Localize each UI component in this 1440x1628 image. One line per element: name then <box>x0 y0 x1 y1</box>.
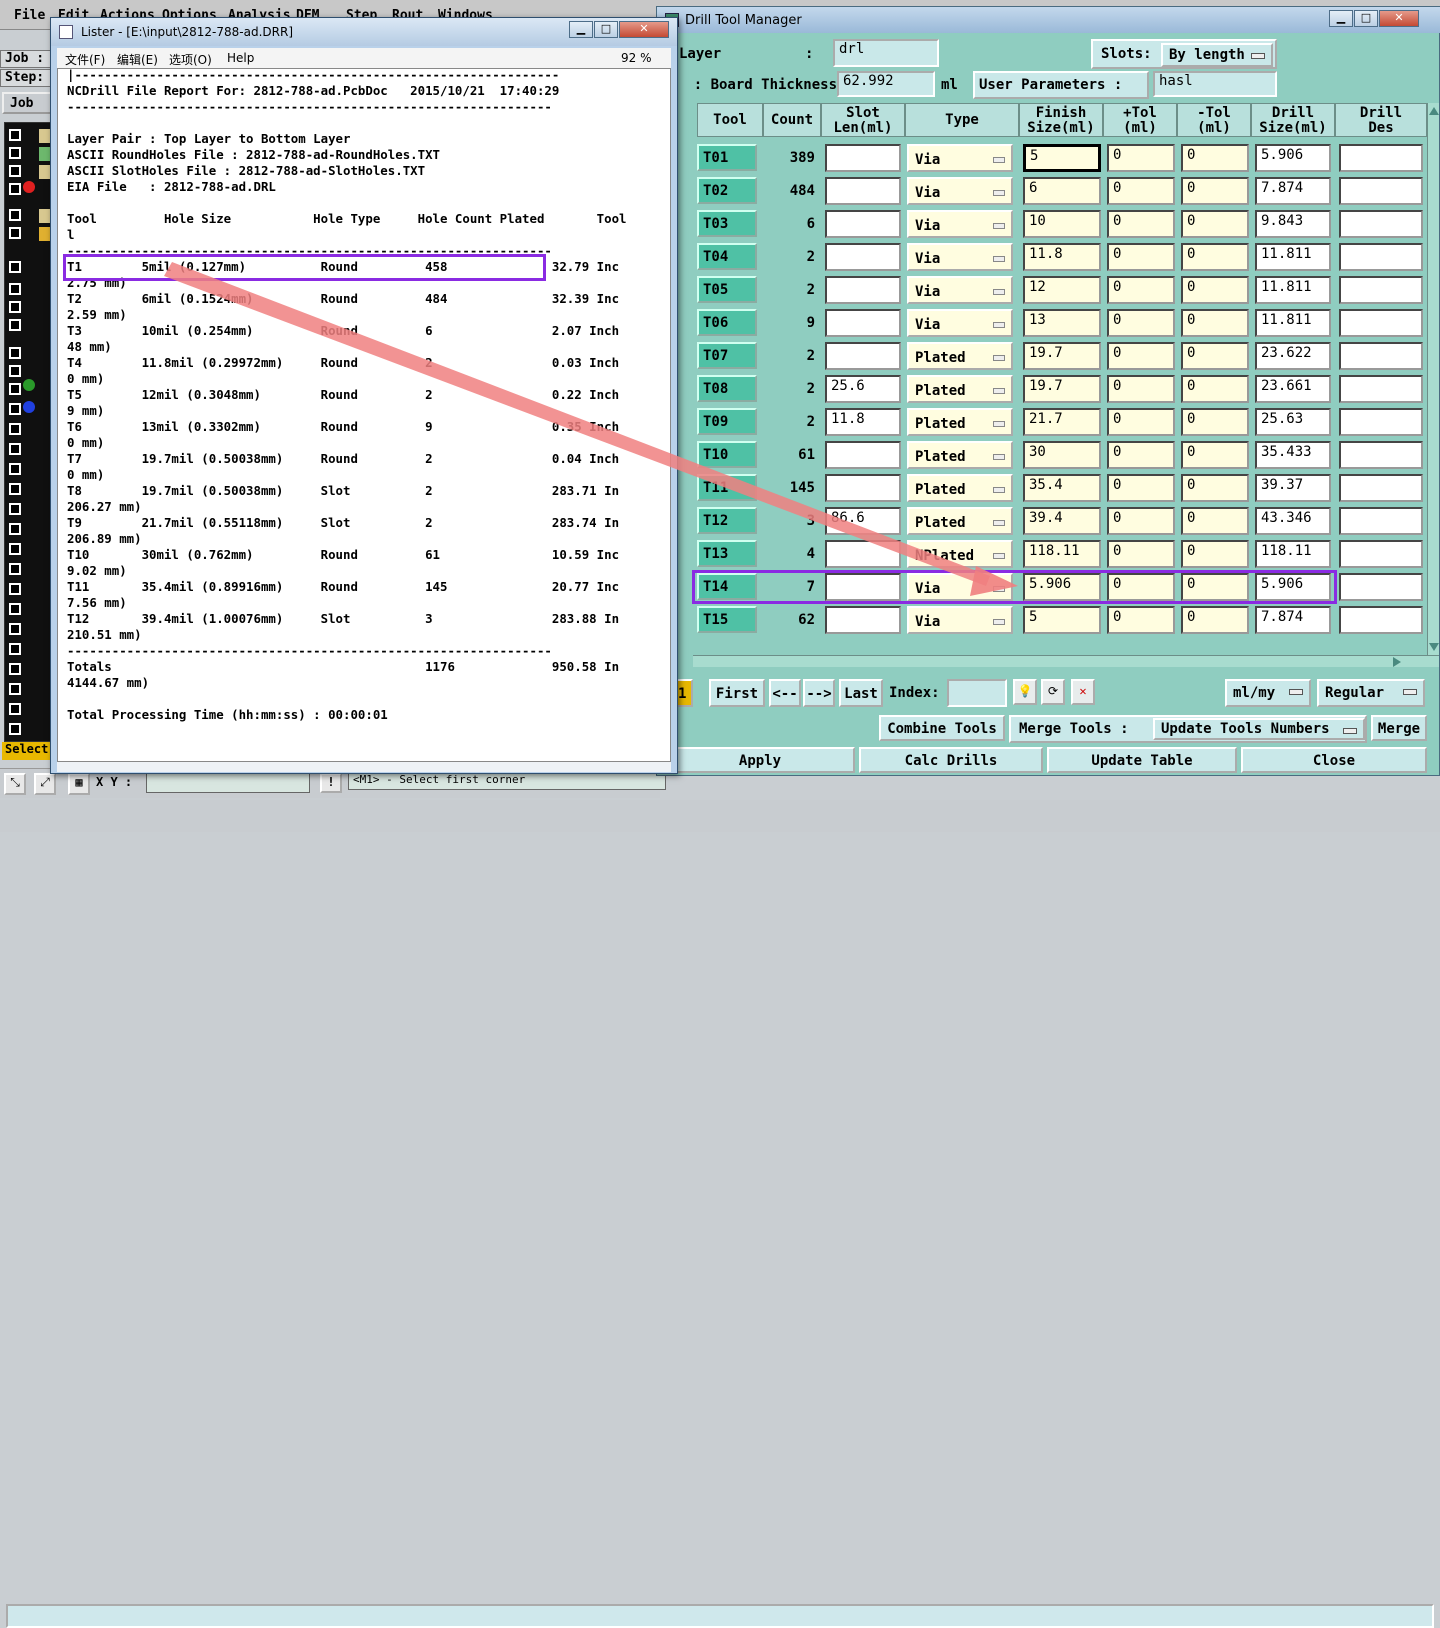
bottom-message-field <box>6 1604 1434 1628</box>
annotation-arrow-icon <box>164 262 1018 596</box>
